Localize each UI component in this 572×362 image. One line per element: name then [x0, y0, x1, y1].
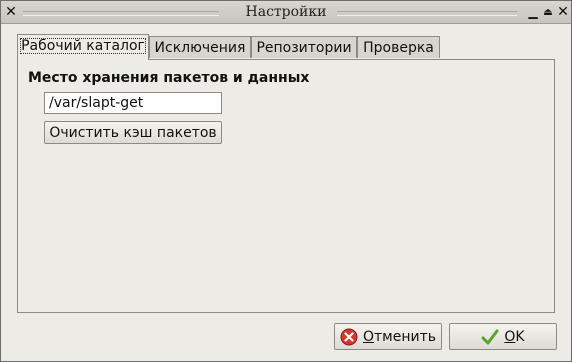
cancel-label: Отменить	[363, 329, 436, 345]
close-icon[interactable]: ✕	[556, 4, 570, 20]
ok-button[interactable]: OK	[449, 323, 557, 350]
checkmark-icon	[481, 329, 499, 344]
tab-exclusions-label: Исключения	[154, 40, 246, 56]
ok-label-rest: K	[515, 328, 525, 345]
tab-verification-label: Проверка	[363, 40, 434, 56]
cancel-label-rest: тменить	[374, 328, 437, 345]
tab-repositories-label: Репозитории	[256, 40, 352, 56]
tab-working-dir-label: Рабочий каталог	[20, 38, 146, 54]
clear-cache-button[interactable]: Очистить кэш пакетов	[44, 121, 222, 144]
tab-verification[interactable]: Проверка	[357, 36, 440, 58]
minimize-icon[interactable]: ▁	[526, 5, 540, 19]
tab-repositories[interactable]: Репозитории	[251, 36, 357, 58]
cancel-button[interactable]: Отменить	[334, 323, 442, 350]
package-dir-input[interactable]	[44, 92, 222, 114]
titlebar[interactable]: ✕ Настройки ▁ ⏏ ✕	[1, 1, 571, 24]
ok-mnemonic: O	[504, 328, 516, 345]
cancel-icon	[340, 328, 358, 345]
titlebar-groove-right	[337, 11, 517, 16]
section-title: Место хранения пакетов и данных	[28, 70, 310, 86]
shade-icon[interactable]: ⏏	[541, 5, 555, 19]
ok-label: OK	[504, 329, 524, 345]
tab-working-dir[interactable]: Рабочий каталог	[17, 34, 149, 60]
tab-exclusions[interactable]: Исключения	[149, 36, 251, 58]
cancel-mnemonic: О	[362, 328, 375, 345]
settings-window: ✕ Настройки ▁ ⏏ ✕ Рабочий каталог Исключ…	[0, 0, 572, 362]
clear-cache-label: Очистить кэш пакетов	[49, 124, 217, 141]
tab-panel-working-dir: Место хранения пакетов и данных Очистить…	[17, 59, 555, 313]
